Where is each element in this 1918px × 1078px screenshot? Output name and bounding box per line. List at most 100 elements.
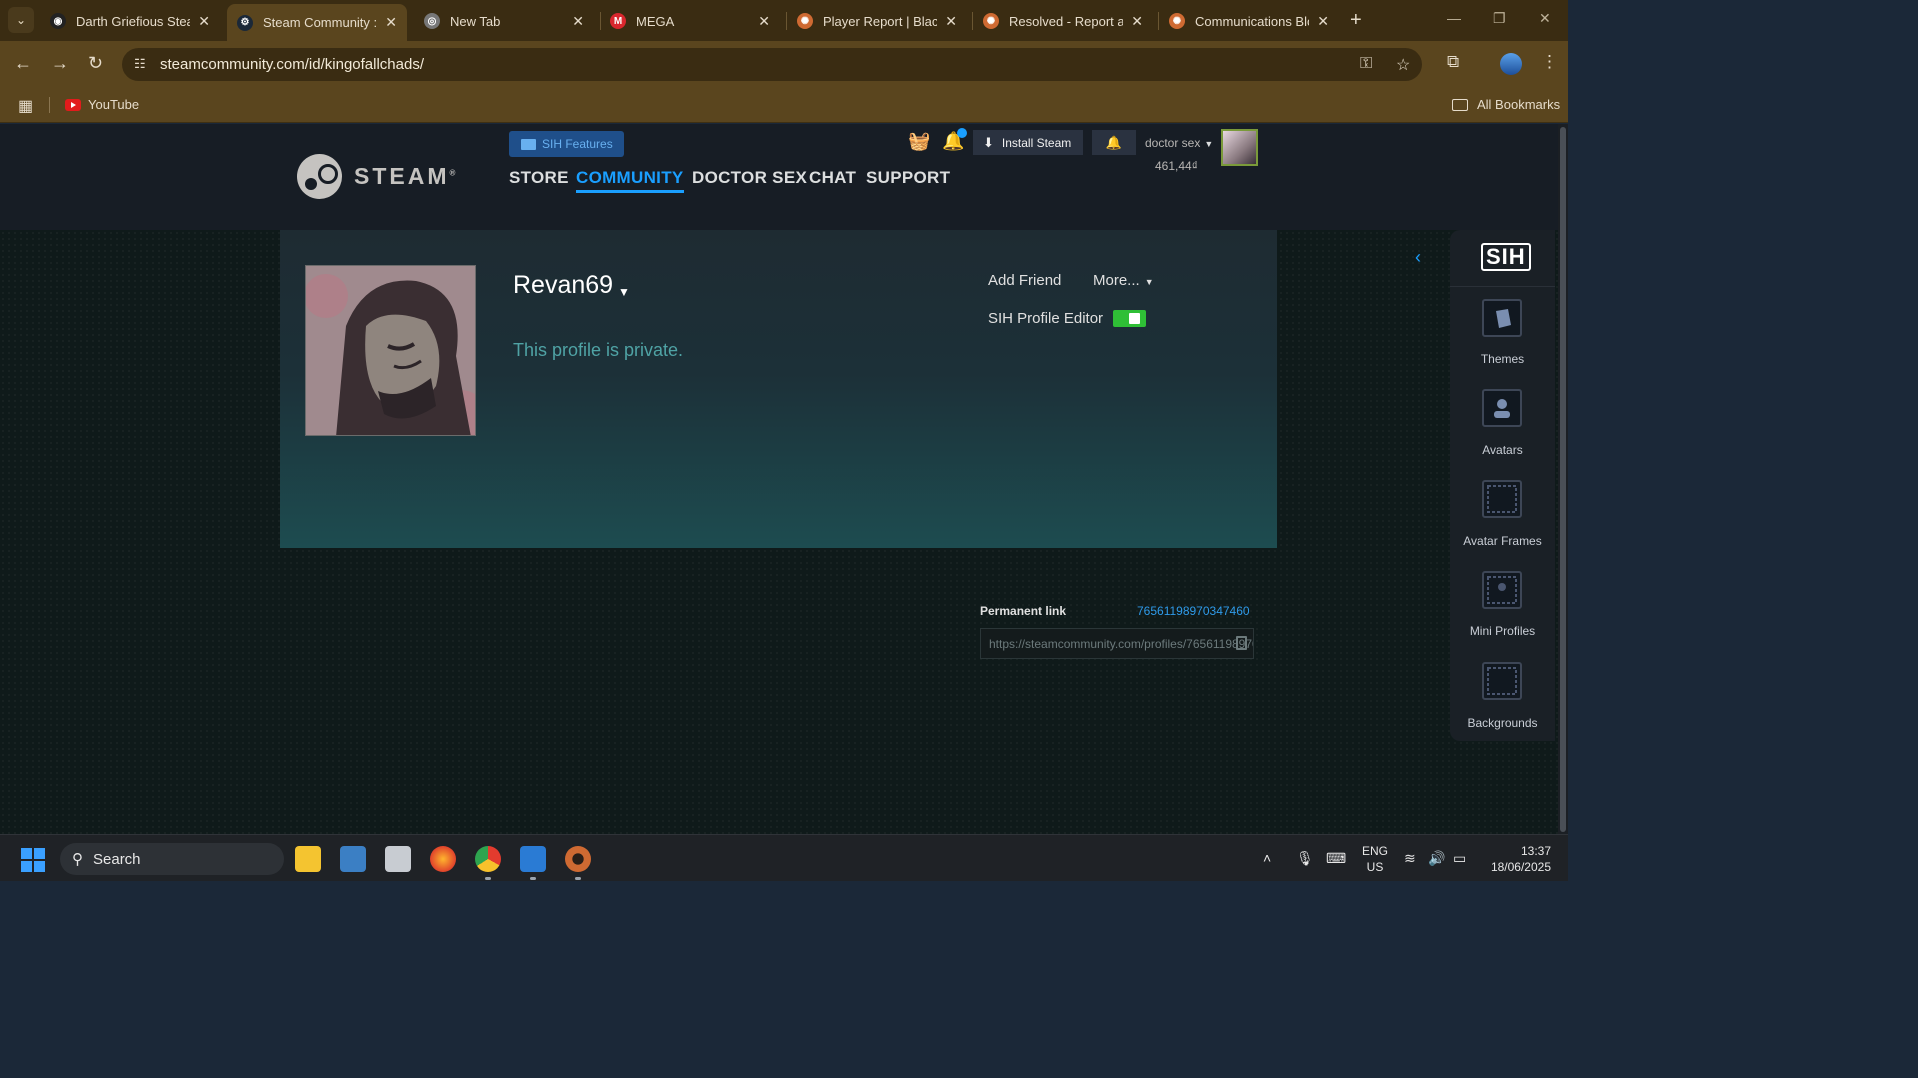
security-app-icon[interactable] — [520, 846, 546, 872]
close-icon[interactable]: ✕ — [945, 13, 957, 30]
reload-icon[interactable]: ↻ — [88, 53, 103, 74]
back-icon[interactable]: ← — [14, 53, 32, 74]
steam-logo-icon — [297, 154, 342, 199]
browser-tab-2[interactable]: ⚙ Steam Community :: R ✕ — [227, 4, 407, 41]
extensions-icon[interactable]: ⧉ — [1447, 52, 1459, 72]
running-indicator — [530, 877, 536, 880]
sih-item-avatars[interactable]: Avatars — [1450, 443, 1555, 457]
bell-icon: 🔔 — [1105, 135, 1123, 150]
menu-icon[interactable]: ⋮ — [1541, 52, 1558, 72]
profile-name[interactable]: Revan69 — [513, 271, 613, 300]
private-profile-notice: This profile is private. — [513, 340, 684, 360]
wifi-icon[interactable]: ≋ — [1404, 850, 1416, 867]
frame-icon[interactable] — [1482, 480, 1522, 518]
microphone-icon[interactable]: 🎙 — [1296, 850, 1314, 867]
browser-tab-3[interactable]: ◎ New Tab ✕ — [414, 6, 594, 36]
profile-avatar-image — [306, 266, 475, 435]
clock[interactable]: 13:37 18/06/2025 — [1486, 843, 1551, 875]
windows-start-icon[interactable] — [21, 848, 45, 872]
nav-support[interactable]: SUPPORT — [866, 168, 950, 188]
nav-chat[interactable]: CHAT — [809, 168, 856, 188]
sih-item-backgrounds[interactable]: Backgrounds — [1450, 716, 1555, 730]
bookmark-label: YouTube — [88, 97, 140, 112]
new-tab-icon[interactable]: + — [1350, 9, 1362, 32]
close-icon[interactable]: ✕ — [1317, 13, 1329, 30]
firefox-icon[interactable] — [430, 846, 456, 872]
bookmark-youtube[interactable]: YouTube — [65, 97, 139, 112]
window-close-icon[interactable]: ✕ — [1539, 10, 1551, 27]
sih-profile-editor-toggle[interactable] — [1113, 310, 1146, 327]
chrome-icon[interactable] — [475, 846, 501, 872]
nav-store[interactable]: STORE — [509, 168, 569, 188]
clock-time: 13:37 — [1520, 844, 1551, 858]
steam-logo[interactable]: STEAM® — [297, 154, 458, 199]
user-avatar[interactable] — [1221, 129, 1258, 166]
close-icon[interactable]: ✕ — [198, 13, 210, 30]
browser-tab-4[interactable]: M MEGA ✕ — [600, 6, 780, 36]
tab-title: Resolved - Report ag — [1009, 13, 1124, 29]
close-icon[interactable]: ✕ — [758, 13, 770, 30]
search-icon: ⚲ — [72, 851, 83, 868]
browser-tab-7[interactable]: ✺ Communications Blo ✕ — [1159, 6, 1339, 36]
url-text[interactable]: steamcommunity.com/id/kingofallchads/ — [160, 56, 424, 73]
tf2-icon: ✺ — [1169, 13, 1185, 29]
taskbar-search[interactable]: ⚲ Search — [60, 843, 284, 875]
wallet-balance[interactable]: 461,44₫ — [1155, 159, 1198, 173]
password-key-icon[interactable]: ⚿ — [1360, 55, 1372, 73]
tf2-icon[interactable] — [565, 846, 591, 872]
mini-profile-icon[interactable] — [1482, 571, 1522, 609]
chevron-left-icon[interactable]: ‹ — [1415, 247, 1421, 268]
sih-item-themes[interactable]: Themes — [1450, 352, 1555, 366]
file-explorer-icon[interactable] — [295, 846, 321, 872]
account-name: doctor sex — [1145, 136, 1201, 150]
address-bar[interactable]: ☷ steamcommunity.com/id/kingofallchads/ … — [122, 48, 1422, 81]
tab-search-button[interactable]: ⌄ — [8, 7, 34, 33]
snipping-tool-icon[interactable] — [385, 846, 411, 872]
scrollbar-thumb[interactable] — [1560, 127, 1566, 832]
avatar-icon[interactable] — [1482, 389, 1522, 427]
language-indicator[interactable]: ENG US — [1362, 843, 1388, 875]
sih-item-mini-profiles[interactable]: Mini Profiles — [1450, 624, 1555, 638]
themes-icon[interactable] — [1482, 299, 1522, 337]
steam-icon: ⚙ — [237, 14, 253, 31]
restore-icon[interactable]: ❐ — [1493, 10, 1506, 27]
tab-title: MEGA — [636, 13, 675, 29]
steam-id-link[interactable]: 76561198970347460 — [1137, 604, 1250, 618]
sih-item-avatar-frames[interactable]: Avatar Frames — [1450, 534, 1555, 548]
permanent-link-field[interactable] — [980, 628, 1254, 659]
forward-icon[interactable]: → — [51, 53, 69, 74]
chevron-down-icon[interactable]: ▼ — [618, 285, 630, 299]
volume-icon[interactable]: 🔊 — [1428, 850, 1445, 867]
apps-grid-icon[interactable]: ▦ — [18, 96, 33, 116]
browser-tab-1[interactable]: ◉ Darth Griefious Steam ✕ — [40, 6, 220, 36]
cart-icon[interactable]: 🧺 — [908, 131, 930, 152]
add-friend-button[interactable]: Add Friend — [988, 272, 1061, 289]
copy-icon[interactable] — [1236, 636, 1247, 650]
background-icon[interactable] — [1482, 662, 1522, 700]
account-menu[interactable]: doctor sex ▼ — [1145, 136, 1213, 150]
close-icon[interactable]: ✕ — [385, 14, 397, 31]
site-info-icon[interactable]: ☷ — [134, 56, 146, 72]
close-icon[interactable]: ✕ — [1131, 13, 1143, 30]
keyboard-layout: US — [1366, 860, 1384, 874]
sih-features-button[interactable]: SIH Features — [509, 131, 624, 157]
browser-profile-avatar[interactable] — [1500, 53, 1522, 75]
control-panel-icon[interactable] — [340, 846, 366, 872]
close-icon[interactable]: ✕ — [572, 13, 584, 30]
all-bookmarks-button[interactable]: All Bookmarks — [1452, 97, 1560, 112]
notifications-button[interactable]: 🔔 — [1092, 130, 1136, 155]
battery-icon[interactable]: ▭ — [1453, 850, 1466, 867]
chevron-down-icon: ▼ — [1204, 139, 1214, 149]
more-dropdown[interactable]: More... ▼ — [1093, 272, 1154, 289]
bookmark-star-icon[interactable]: ☆ — [1396, 55, 1410, 75]
nav-community[interactable]: COMMUNITY — [576, 168, 684, 193]
browser-tab-6[interactable]: ✺ Resolved - Report ag ✕ — [973, 6, 1153, 36]
all-bookmarks-label: All Bookmarks — [1477, 97, 1561, 112]
nav-doctor-sex[interactable]: DOCTOR SEX — [692, 168, 807, 188]
minimize-icon[interactable]: — — [1447, 10, 1461, 26]
install-steam-button[interactable]: ⬇ Install Steam — [973, 130, 1083, 155]
keyboard-icon[interactable]: ⌨ — [1326, 850, 1346, 867]
chevron-up-icon[interactable]: ˄ — [1263, 850, 1271, 866]
book-icon — [521, 138, 536, 150]
browser-tab-5[interactable]: ✺ Player Report | BlackW ✕ — [787, 6, 967, 36]
